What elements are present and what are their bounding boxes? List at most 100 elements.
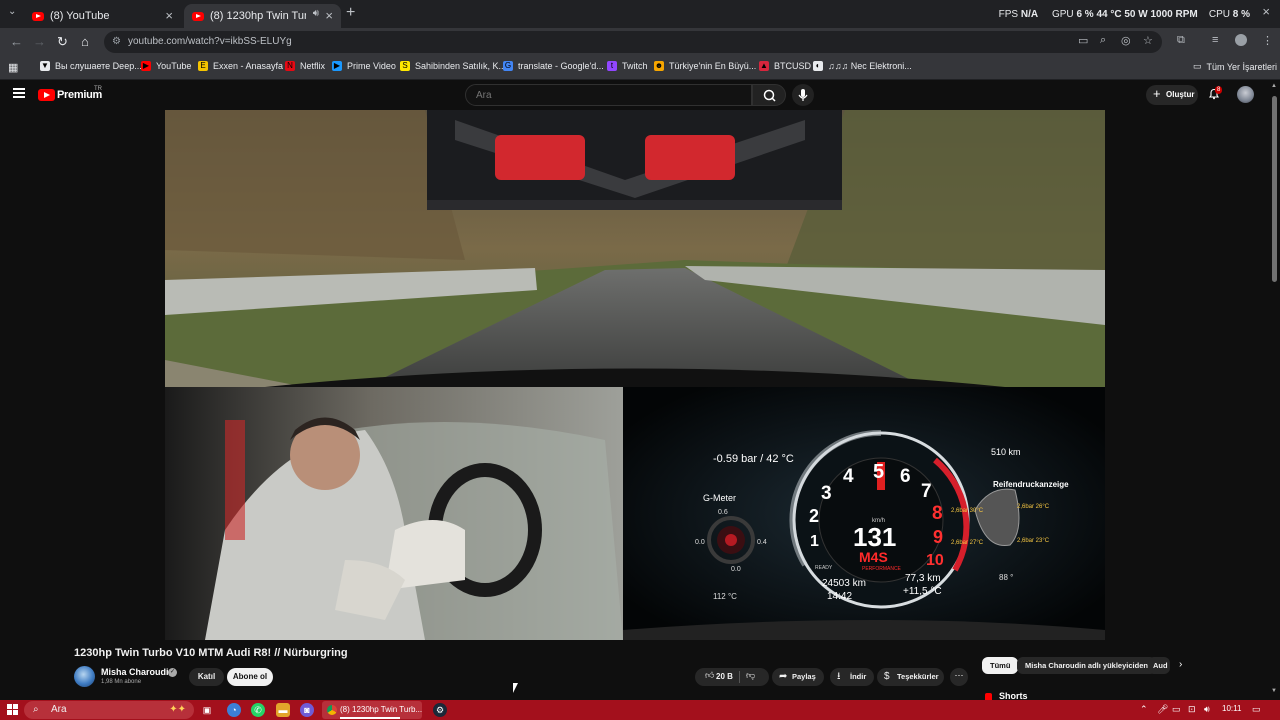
- bookmark-item[interactable]: N Netflix: [285, 61, 325, 71]
- close-tab-icon[interactable]: ×: [325, 8, 333, 23]
- bookmark-label: Twitch: [622, 61, 648, 71]
- browser-menu-icon[interactable]: ⋮: [1262, 34, 1273, 47]
- media-control-icon[interactable]: ≡: [1212, 34, 1218, 46]
- channel-name[interactable]: Misha Charoudin: [101, 667, 174, 677]
- url-text: youtube.com/watch?v=ikbSS-ELUYg: [128, 36, 292, 47]
- rpm-1: 1: [810, 533, 819, 550]
- microphone-tray-icon[interactable]: 🎤︎: [1157, 704, 1168, 715]
- bookmark-label: Вы слушаете Deep...: [55, 61, 142, 71]
- steam-icon[interactable]: ⚙: [433, 703, 447, 717]
- file-explorer-icon[interactable]: ▬: [276, 703, 290, 717]
- tab-youtube-home[interactable]: (8) YouTube ×: [24, 4, 181, 28]
- task-view-icon[interactable]: ▣: [200, 703, 214, 717]
- bookmark-item[interactable]: E Exxen - Anasayfa: [198, 61, 283, 71]
- address-bar[interactable]: ⚙ youtube.com/watch?v=ikbSS-ELUYg: [104, 31, 1162, 53]
- bookmark-label: translate - Google'd...: [518, 61, 604, 71]
- bookmark-item[interactable]: ▶ Prime Video: [332, 61, 396, 71]
- bookmark-favicon-icon: ◐: [813, 61, 823, 71]
- odometer: 24503 km: [822, 578, 866, 589]
- taskbar-clock[interactable]: 10:11: [1222, 704, 1241, 713]
- taskbar-search[interactable]: ⌕ Ara ✦✦: [24, 701, 194, 719]
- bookmark-item[interactable]: Gtranslate - Google'd...: [503, 61, 604, 71]
- cast-icon[interactable]: ▭: [1078, 34, 1088, 47]
- taskbar-chrome-window[interactable]: (8) 1230hp Twin Turb...: [322, 701, 422, 719]
- all-bookmarks-folder[interactable]: ▭ Tüm Yer İşaretleri: [1193, 61, 1277, 72]
- dislike-thumb-icon[interactable]: 👎︎: [746, 670, 755, 681]
- chip-from-uploader[interactable]: Misha Charoudin adlı yükleyiciden: [1017, 657, 1156, 674]
- reload-icon[interactable]: ↻: [57, 34, 68, 50]
- extensions-icon[interactable]: ⧉: [1177, 34, 1185, 47]
- bookmark-item[interactable]: S Sahibinden Satılık, K...: [400, 61, 506, 71]
- bookmark-label: BTCUSD: [774, 61, 812, 71]
- bookmark-star-icon[interactable]: ☆: [1143, 34, 1153, 47]
- network-icon[interactable]: ⊡: [1188, 704, 1196, 715]
- scroll-down-arrow[interactable]: ▼: [1271, 688, 1277, 694]
- like-count[interactable]: 20 B: [716, 672, 733, 681]
- tab-search-icon[interactable]: ⌄: [8, 6, 16, 17]
- scroll-up-arrow[interactable]: ▲: [1271, 83, 1277, 89]
- browser-tab-strip: ⌄ (8) YouTube × (8) 1230hp Twin Turbo V1…: [0, 0, 1280, 28]
- tab-video-active[interactable]: (8) 1230hp Twin Turbo V10 🔊︎ ×: [184, 4, 341, 28]
- user-avatar[interactable]: [1237, 86, 1254, 103]
- apps-grid-icon[interactable]: ▦: [8, 61, 18, 74]
- share-label: Paylaş: [792, 672, 816, 681]
- display-tray-icon[interactable]: ▭: [1172, 704, 1181, 715]
- chip-audi[interactable]: Aud: [1148, 657, 1170, 674]
- back-icon[interactable]: ←: [10, 34, 23, 49]
- bookmark-item[interactable]: ▼ Вы слушаете Deep...: [40, 61, 142, 71]
- discord-icon[interactable]: ◙: [300, 703, 314, 717]
- thanks-button[interactable]: $ Teşekkürler: [877, 668, 944, 686]
- tab-label: (8) YouTube: [50, 10, 110, 22]
- bookmark-item[interactable]: ▶ YouTube: [141, 61, 191, 71]
- like-thumb-icon[interactable]: 👍︎: [705, 670, 714, 681]
- search-button[interactable]: [752, 84, 786, 106]
- channel-avatar[interactable]: [74, 666, 95, 687]
- new-tab-button[interactable]: +: [346, 4, 355, 22]
- site-info-icon[interactable]: ⚙: [112, 31, 121, 53]
- speed-value: 131: [853, 522, 896, 552]
- bookmark-item[interactable]: ☻ Türkiye'nin En Büyü...: [654, 61, 756, 71]
- trip-distance: 77,3 km: [905, 573, 941, 584]
- join-button[interactable]: Katıl: [189, 668, 224, 686]
- windows-start-icon[interactable]: [7, 704, 18, 715]
- youtube-logo-icon[interactable]: [38, 89, 55, 101]
- video-player[interactable]: -0.59 bar / 42 °C G-Meter 0.6 0.0 0.4 0.…: [165, 110, 1105, 640]
- divider: [739, 671, 740, 683]
- window-close-button[interactable]: ×: [1262, 4, 1270, 19]
- copilot-icon[interactable]: ◔: [227, 703, 241, 717]
- folder-icon: ▭: [1193, 61, 1202, 71]
- oil-temp: 112 °C: [713, 592, 737, 601]
- profile-avatar[interactable]: [1235, 34, 1247, 46]
- bookmark-favicon-icon: N: [285, 61, 295, 71]
- speaker-icon[interactable]: 🔊︎: [313, 8, 319, 19]
- bookmark-favicon-icon: G: [503, 61, 513, 71]
- search-input[interactable]: [465, 84, 752, 106]
- track-camera-view: [165, 110, 1105, 387]
- home-icon[interactable]: ⌂: [81, 34, 89, 49]
- close-tab-icon[interactable]: ×: [165, 8, 173, 23]
- eye-off-icon[interactable]: ◎: [1121, 34, 1131, 47]
- volume-icon[interactable]: 🔊︎: [1204, 704, 1210, 715]
- forward-icon[interactable]: →: [33, 34, 46, 49]
- bookmark-item[interactable]: ▲ BTCUSD: [759, 61, 811, 71]
- share-button[interactable]: ➦ Paylaş: [772, 668, 824, 686]
- download-button[interactable]: ⭳ İndir: [830, 668, 874, 686]
- page-scrollbar-thumb[interactable]: [1272, 96, 1277, 282]
- tray-overflow-icon[interactable]: ⌃: [1140, 704, 1148, 715]
- create-button[interactable]: Oluştur: [1146, 84, 1198, 105]
- bookmark-item[interactable]: t Twitch: [607, 61, 648, 71]
- menu-icon[interactable]: [13, 88, 25, 98]
- subscribe-button[interactable]: Abone ol: [227, 668, 273, 686]
- more-actions-icon[interactable]: ⋯: [950, 668, 968, 686]
- voice-search-button[interactable]: [792, 84, 814, 106]
- whatsapp-icon[interactable]: ✆: [251, 703, 265, 717]
- chip-all[interactable]: Tümü: [982, 657, 1019, 674]
- chevron-right-icon[interactable]: ›: [1179, 659, 1182, 670]
- bookmark-item[interactable]: ◐ ♫♫♫ Nec Elektroni...: [813, 61, 912, 71]
- tyre-front-right: 2,6bar 26°C: [1017, 504, 1050, 510]
- gear-mode: M4S: [859, 549, 888, 565]
- notification-center-icon[interactable]: ▭: [1252, 704, 1261, 715]
- download-label: İndir: [850, 672, 867, 681]
- rpm-9: 9: [933, 527, 943, 547]
- zoom-icon[interactable]: ⌕: [1100, 34, 1106, 47]
